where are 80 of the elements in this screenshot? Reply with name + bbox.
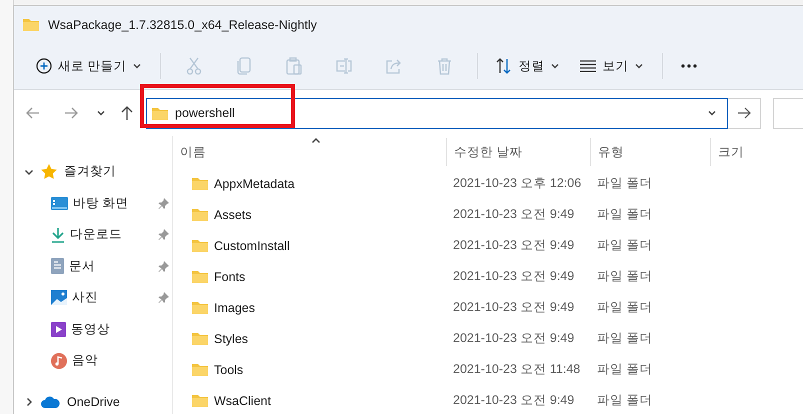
file-type: 파일 폴더 xyxy=(596,175,654,192)
right-arrow-icon xyxy=(737,107,751,119)
chevron-down-icon xyxy=(634,61,644,71)
video-icon xyxy=(51,322,66,337)
file-name[interactable]: CustomInstall xyxy=(173,238,446,253)
chevron-down-icon xyxy=(132,61,142,71)
file-type: 파일 폴더 xyxy=(596,237,654,254)
pin-icon xyxy=(158,292,169,304)
sort-arrows-icon xyxy=(496,58,512,74)
folder-icon xyxy=(191,300,209,315)
dropdown-chevron-icon xyxy=(707,108,717,118)
column-header[interactable]: 이름 xyxy=(173,138,446,166)
up-arrow-icon[interactable] xyxy=(121,106,133,120)
modified-date: 2021-10-23 오전 9:49 xyxy=(452,299,576,316)
file-type: 파일 폴더 xyxy=(596,268,654,285)
document-icon xyxy=(51,258,64,274)
folder-icon xyxy=(22,17,40,32)
cloud-icon xyxy=(41,396,60,408)
file-type: 파일 폴더 xyxy=(596,299,654,316)
sidebar-item[interactable]: 문서 xyxy=(14,250,172,282)
star-icon xyxy=(41,164,57,180)
go-button[interactable] xyxy=(728,98,761,128)
file-name[interactable]: Styles xyxy=(173,331,446,346)
file-name[interactable]: Fonts xyxy=(173,269,446,284)
download-icon xyxy=(51,226,65,243)
file-type: 파일 폴더 xyxy=(596,392,654,409)
column-header[interactable]: 크기 xyxy=(710,138,790,166)
pin-icon xyxy=(158,198,169,209)
folder-icon xyxy=(191,393,209,408)
folder-icon xyxy=(191,269,209,284)
pin-icon xyxy=(158,260,169,272)
sidebar-item[interactable]: 음악 xyxy=(14,345,172,376)
sort-button[interactable]: 정렬 xyxy=(488,51,568,81)
more-icon xyxy=(681,64,698,68)
sidebar-item[interactable]: 다운로드 xyxy=(14,219,172,250)
lines-icon xyxy=(580,60,596,72)
modified-date: 2021-10-23 오전 9:49 xyxy=(452,330,576,347)
sidebar-item[interactable]: OneDrive xyxy=(14,386,172,414)
file-type: 파일 폴더 xyxy=(596,330,654,347)
sidebar-item[interactable]: 바탕 화면 xyxy=(14,188,172,219)
file-name[interactable]: Images xyxy=(173,300,446,315)
picture-icon xyxy=(51,290,67,306)
modified-date: 2021-10-23 오후 12:06 xyxy=(452,175,582,192)
folder-icon xyxy=(151,106,169,120)
sidebar-item[interactable]: 즐겨찾기 xyxy=(14,156,172,188)
sidebar-item[interactable]: 사진 xyxy=(14,282,172,314)
chevron-right-icon xyxy=(24,397,34,408)
modified-date: 2021-10-23 오전 9:49 xyxy=(452,268,576,285)
window-title: WsaPackage_1.7.32815.0_x64_Release-Nightly xyxy=(48,18,317,32)
modified-date: 2021-10-23 오전 9:49 xyxy=(452,392,576,409)
chevron-down-icon xyxy=(550,61,560,71)
music-icon xyxy=(51,352,67,369)
column-header[interactable]: 수정한 날짜 xyxy=(446,138,590,166)
modified-date: 2021-10-23 오전 9:49 xyxy=(452,206,576,223)
folder-icon xyxy=(191,362,209,377)
plus-circle-icon xyxy=(36,58,52,74)
desktop-icon xyxy=(51,196,68,210)
modified-date: 2021-10-23 오전 9:49 xyxy=(452,237,576,254)
file-name[interactable]: WsaClient xyxy=(173,393,446,408)
folder-icon xyxy=(191,238,209,253)
sidebar-item[interactable]: 동영상 xyxy=(14,314,172,345)
address-field[interactable]: powershell xyxy=(146,98,728,128)
file-type: 파일 폴더 xyxy=(596,206,654,223)
forward-arrow-icon[interactable] xyxy=(64,107,78,119)
folder-icon xyxy=(191,176,209,191)
view-button[interactable]: 보기 xyxy=(572,51,652,81)
address-input[interactable]: powershell xyxy=(175,106,701,120)
file-name[interactable]: AppxMetadata xyxy=(173,176,446,191)
recent-chevron-icon xyxy=(96,108,106,118)
file-name[interactable]: Tools xyxy=(173,362,446,377)
folder-icon xyxy=(191,207,209,222)
search-field[interactable] xyxy=(773,98,803,128)
column-header[interactable]: 유형 xyxy=(590,138,710,166)
pin-icon xyxy=(158,229,169,240)
back-arrow-icon[interactable] xyxy=(26,107,40,119)
file-type: 파일 폴더 xyxy=(596,361,654,378)
modified-date: 2021-10-23 오전 11:48 xyxy=(452,361,582,378)
new-button[interactable]: 새로 만들기 xyxy=(28,51,150,81)
file-name[interactable]: Assets xyxy=(173,207,446,222)
folder-icon xyxy=(191,331,209,346)
